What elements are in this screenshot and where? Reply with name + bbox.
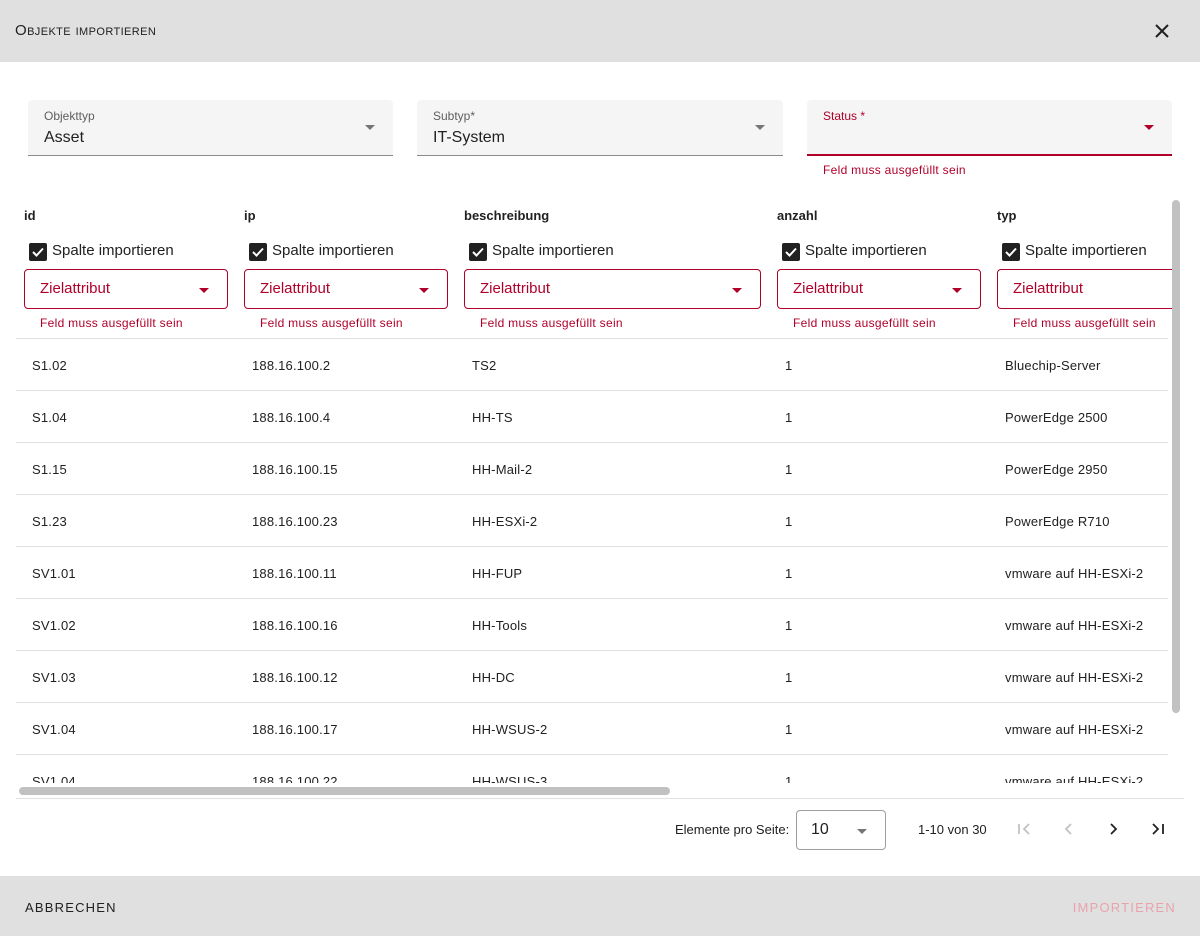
table-row: S1.23 188.16.100.23 HH-ESXi-2 1 PowerEdg… <box>16 494 1168 546</box>
cell-anzahl: 1 <box>785 670 793 685</box>
cell-ip: 188.16.100.11 <box>252 566 337 581</box>
vertical-scrollbar[interactable] <box>1172 200 1180 713</box>
cell-ip: 188.16.100.17 <box>252 722 338 737</box>
page-range: 1-10 von 30 <box>918 822 987 837</box>
cell-typ: PowerEdge 2500 <box>1005 410 1108 425</box>
cell-ip: 188.16.100.22 <box>252 774 338 783</box>
cell-beschreibung: HH-DC <box>472 670 515 685</box>
cell-id: SV1.04 <box>32 722 76 737</box>
cell-typ: PowerEdge 2950 <box>1005 462 1108 477</box>
import-button[interactable]: IMPORTIEREN <box>1073 900 1176 915</box>
cell-anzahl: 1 <box>785 358 793 373</box>
table-row: S1.02 188.16.100.2 TS2 1 Bluechip-Server <box>16 338 1168 390</box>
cell-beschreibung: HH-Mail-2 <box>472 462 533 477</box>
table-row: SV1.01 188.16.100.11 HH-FUP 1 vmware auf… <box>16 546 1168 598</box>
table-divider <box>16 798 1184 799</box>
cell-id: SV1.03 <box>32 670 76 685</box>
cell-id: S1.04 <box>32 410 67 425</box>
cell-anzahl: 1 <box>785 566 793 581</box>
next-page-icon[interactable] <box>1101 817 1125 841</box>
cell-beschreibung: HH-FUP <box>472 566 523 581</box>
cell-anzahl: 1 <box>785 722 793 737</box>
cell-ip: 188.16.100.16 <box>252 618 338 633</box>
cell-anzahl: 1 <box>785 514 793 529</box>
cell-beschreibung: HH-TS <box>472 410 513 425</box>
last-page-icon[interactable] <box>1146 817 1170 841</box>
cell-anzahl: 1 <box>785 618 793 633</box>
cell-beschreibung: HH-WSUS-3 <box>472 774 548 783</box>
table-row: SV1.04 188.16.100.22 HH-WSUS-3 1 vmware … <box>16 754 1168 783</box>
cell-typ: vmware auf HH-ESXi-2 <box>1005 618 1144 633</box>
cell-typ: vmware auf HH-ESXi-2 <box>1005 774 1144 783</box>
page-size-label: Elemente pro Seite: <box>675 822 790 837</box>
cancel-button[interactable]: ABBRECHEN <box>25 900 117 915</box>
cell-typ: vmware auf HH-ESXi-2 <box>1005 670 1144 685</box>
cell-ip: 188.16.100.23 <box>252 514 338 529</box>
page-size-value: 10 <box>811 821 829 838</box>
cell-anzahl: 1 <box>785 774 793 783</box>
cell-id: SV1.01 <box>32 566 76 581</box>
previous-page-icon[interactable] <box>1057 817 1081 841</box>
dropdown-arrow-icon <box>857 829 867 834</box>
first-page-icon[interactable] <box>1012 817 1036 841</box>
table-body: S1.02 188.16.100.2 TS2 1 Bluechip-Server… <box>0 0 1168 783</box>
cell-id: SV1.02 <box>32 618 76 633</box>
cell-typ: PowerEdge R710 <box>1005 514 1110 529</box>
cell-beschreibung: HH-Tools <box>472 618 528 633</box>
table-row: SV1.03 188.16.100.12 HH-DC 1 vmware auf … <box>16 650 1168 702</box>
cell-ip: 188.16.100.12 <box>252 670 338 685</box>
cell-ip: 188.16.100.4 <box>252 410 331 425</box>
cell-anzahl: 1 <box>785 410 793 425</box>
table-row: SV1.02 188.16.100.16 HH-Tools 1 vmware a… <box>16 598 1168 650</box>
cell-id: S1.23 <box>32 514 67 529</box>
cell-id: S1.02 <box>32 358 67 373</box>
cell-anzahl: 1 <box>785 462 793 477</box>
cell-typ: vmware auf HH-ESXi-2 <box>1005 722 1144 737</box>
cell-id: SV1.04 <box>32 774 76 783</box>
cell-ip: 188.16.100.2 <box>252 358 331 373</box>
cell-ip: 188.16.100.15 <box>252 462 338 477</box>
cell-beschreibung: HH-ESXi-2 <box>472 514 538 529</box>
cell-beschreibung: TS2 <box>472 358 497 373</box>
cell-typ: Bluechip-Server <box>1005 358 1101 373</box>
table-row: SV1.04 188.16.100.17 HH-WSUS-2 1 vmware … <box>16 702 1168 754</box>
horizontal-scrollbar[interactable] <box>19 787 670 795</box>
cell-typ: vmware auf HH-ESXi-2 <box>1005 566 1144 581</box>
dialog-footer: ABBRECHEN IMPORTIEREN <box>0 876 1200 936</box>
page-size-select[interactable]: 10 <box>796 810 886 850</box>
cell-id: S1.15 <box>32 462 67 477</box>
table-row: S1.15 188.16.100.15 HH-Mail-2 1 PowerEdg… <box>16 442 1168 494</box>
cell-beschreibung: HH-WSUS-2 <box>472 722 548 737</box>
table-row: S1.04 188.16.100.4 HH-TS 1 PowerEdge 250… <box>16 390 1168 442</box>
